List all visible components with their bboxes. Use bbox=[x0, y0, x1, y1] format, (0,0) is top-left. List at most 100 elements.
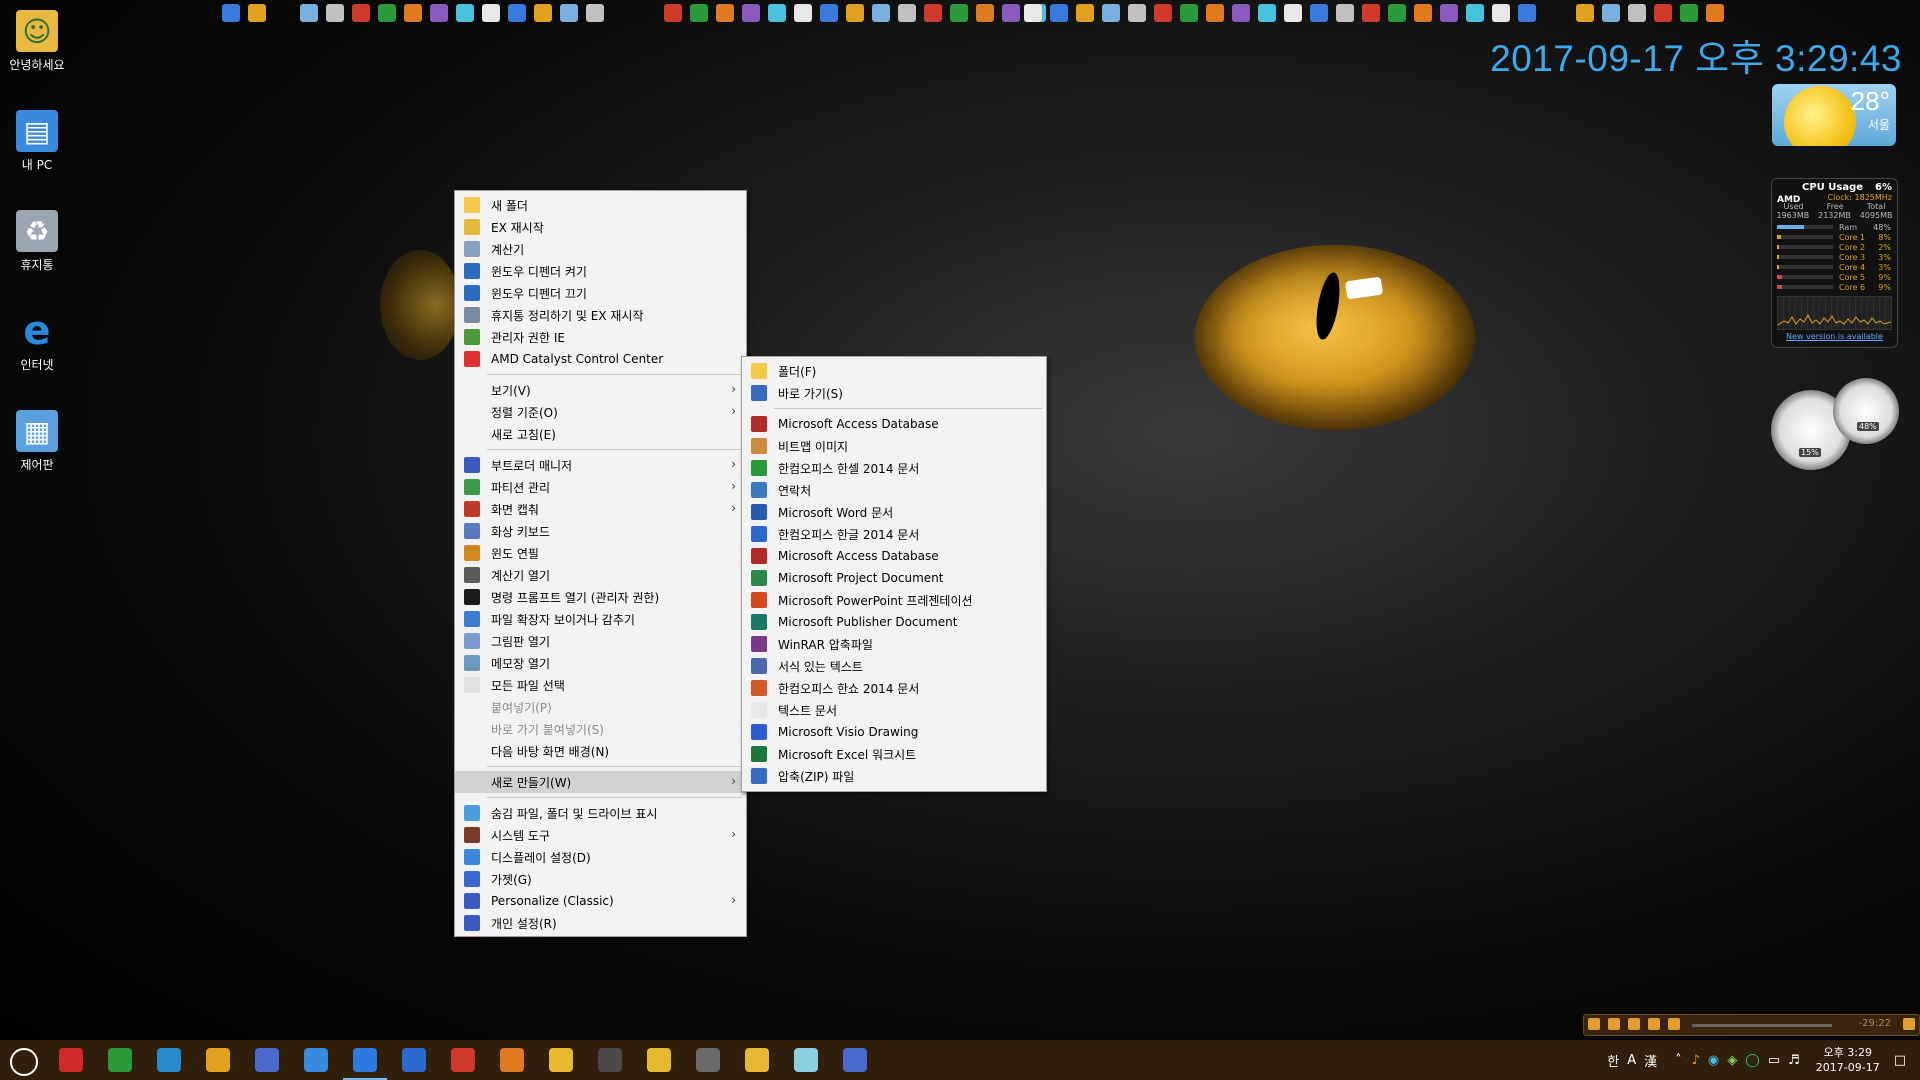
menu-item[interactable]: 숨김 파일, 폴더 및 드라이브 표시 bbox=[455, 802, 746, 824]
quicklaunch-icon[interactable] bbox=[1310, 4, 1328, 22]
file-explorer-icon[interactable] bbox=[549, 1048, 573, 1072]
menu-item[interactable]: 휴지통 정리하기 및 EX 재시작 bbox=[455, 304, 746, 326]
mail-icon[interactable] bbox=[696, 1048, 720, 1072]
quicklaunch-icon[interactable] bbox=[1284, 4, 1302, 22]
settings-icon[interactable] bbox=[304, 1048, 328, 1072]
quicklaunch-icon[interactable] bbox=[1154, 4, 1172, 22]
network-icon[interactable]: ▭ bbox=[1768, 1053, 1780, 1068]
quicklaunch-icon[interactable] bbox=[1706, 4, 1724, 22]
quicklaunch-icon[interactable] bbox=[1050, 4, 1068, 22]
quicklaunch-icon[interactable] bbox=[716, 4, 734, 22]
menu-item[interactable]: Microsoft Access Database bbox=[742, 413, 1046, 435]
menu-item[interactable]: Microsoft Publisher Document bbox=[742, 611, 1046, 633]
quicklaunch-icon[interactable] bbox=[1492, 4, 1510, 22]
menu-item[interactable]: 그림판 열기 bbox=[455, 630, 746, 652]
cortana-icon[interactable] bbox=[10, 1048, 38, 1076]
quicklaunch-icon[interactable] bbox=[1002, 4, 1020, 22]
tray-app-icon[interactable]: ◉ bbox=[1708, 1053, 1719, 1068]
ime-hangul[interactable]: 한 bbox=[1607, 1051, 1619, 1070]
gauge-widget[interactable]: 15% 48% bbox=[1771, 378, 1899, 470]
quicklaunch-icon[interactable] bbox=[1388, 4, 1406, 22]
menu-item[interactable]: 관리자 권한 IE bbox=[455, 326, 746, 348]
network-icon[interactable] bbox=[255, 1048, 279, 1072]
quicklaunch-icon[interactable] bbox=[1628, 4, 1646, 22]
desktop-icon-this-pc[interactable]: ▤ 내 PC bbox=[6, 110, 68, 173]
menu-item[interactable]: WinRAR 압축파일 bbox=[742, 633, 1046, 655]
notification-icon[interactable]: □ bbox=[1894, 1053, 1906, 1068]
menu-item[interactable]: Microsoft PowerPoint 프레젠테이션 bbox=[742, 589, 1046, 611]
network-icon[interactable] bbox=[843, 1048, 867, 1072]
quicklaunch-icon[interactable] bbox=[456, 4, 474, 22]
menu-item[interactable]: 새로 고침(E) bbox=[455, 423, 746, 445]
menu-item[interactable]: 폴더(F) bbox=[742, 360, 1046, 382]
menu-item[interactable]: 윈도우 디펜더 켜기 bbox=[455, 260, 746, 282]
store-icon[interactable] bbox=[598, 1048, 622, 1072]
quicklaunch-icon[interactable] bbox=[846, 4, 864, 22]
quicklaunch-icon[interactable] bbox=[872, 4, 890, 22]
quicklaunch-icon[interactable] bbox=[950, 4, 968, 22]
quicklaunch-icon[interactable] bbox=[586, 4, 604, 22]
quicklaunch-icon[interactable] bbox=[768, 4, 786, 22]
menu-item[interactable]: Microsoft Access Database bbox=[742, 545, 1046, 567]
menu-item[interactable]: 붙여넣기(P) bbox=[455, 696, 746, 718]
quicklaunch-icon[interactable] bbox=[222, 4, 240, 22]
desktop-icon-user[interactable]: ☺ 안녕하세요 bbox=[6, 10, 68, 73]
next-icon[interactable] bbox=[1648, 1018, 1660, 1030]
chrome-icon[interactable] bbox=[451, 1048, 475, 1072]
menu-item[interactable]: 파티션 관리 › bbox=[455, 476, 746, 498]
desktop-icon-control-panel[interactable]: ▦ 제어판 bbox=[6, 410, 68, 473]
ime-alpha[interactable]: A bbox=[1627, 1053, 1636, 1068]
quicklaunch-icon[interactable] bbox=[1076, 4, 1094, 22]
quicklaunch-icon[interactable] bbox=[742, 4, 760, 22]
menu-item[interactable]: 부트로더 매니저 › bbox=[455, 454, 746, 476]
menu-item[interactable]: Microsoft Excel 워크시트 bbox=[742, 743, 1046, 765]
menu-item[interactable]: 한컴오피스 한셀 2014 문서 bbox=[742, 457, 1046, 479]
quicklaunch-icon[interactable] bbox=[690, 4, 708, 22]
menu-item[interactable]: 명령 프롬프트 열기 (관리자 권한) bbox=[455, 586, 746, 608]
tray-app-icon[interactable]: ◈ bbox=[1727, 1053, 1737, 1068]
quicklaunch-icon[interactable] bbox=[924, 4, 942, 22]
menu-item[interactable]: 비트맵 이미지 bbox=[742, 435, 1046, 457]
quicklaunch-icon[interactable] bbox=[1440, 4, 1458, 22]
menu-item[interactable]: 바로 가기 붙여넣기(S) bbox=[455, 718, 746, 740]
menu-item[interactable]: 디스플레이 설정(D) bbox=[455, 846, 746, 868]
desktop-icon-internet[interactable]: e 인터넷 bbox=[6, 308, 68, 373]
prev-icon[interactable] bbox=[1628, 1018, 1640, 1030]
menu-item[interactable]: 새로 만들기(W) › bbox=[455, 771, 746, 793]
quicklaunch-icon[interactable] bbox=[560, 4, 578, 22]
quicklaunch-icon[interactable] bbox=[378, 4, 396, 22]
menu-item[interactable]: 화상 키보드 bbox=[455, 520, 746, 542]
tray-app-icon[interactable]: ♪ bbox=[1692, 1053, 1700, 1068]
quicklaunch-icon[interactable] bbox=[1102, 4, 1120, 22]
quicklaunch-icon[interactable] bbox=[664, 4, 682, 22]
quicklaunch-icon[interactable] bbox=[534, 4, 552, 22]
quicklaunch-icon[interactable] bbox=[430, 4, 448, 22]
quicklaunch-icon[interactable] bbox=[404, 4, 422, 22]
volume-icon[interactable]: ♬ bbox=[1788, 1053, 1800, 1068]
firefox-icon[interactable] bbox=[500, 1048, 524, 1072]
menu-item[interactable]: 화면 캡춰 › bbox=[455, 498, 746, 520]
stop-icon[interactable] bbox=[1668, 1018, 1680, 1030]
quicklaunch-icon[interactable] bbox=[1680, 4, 1698, 22]
menu-item[interactable]: 계산기 bbox=[455, 238, 746, 260]
quicklaunch-icon[interactable] bbox=[1232, 4, 1250, 22]
tray-app-icon[interactable]: ◯ bbox=[1745, 1053, 1760, 1068]
quicklaunch-icon[interactable] bbox=[898, 4, 916, 22]
power-icon[interactable] bbox=[59, 1048, 83, 1072]
quicklaunch-icon[interactable] bbox=[248, 4, 266, 22]
quicklaunch-icon[interactable] bbox=[1258, 4, 1276, 22]
tray-chevron-icon[interactable]: ˄ bbox=[1675, 1053, 1682, 1068]
menu-item[interactable]: EX 재시작 bbox=[455, 216, 746, 238]
pause-icon[interactable] bbox=[1608, 1018, 1620, 1030]
menu-item[interactable]: 새 폴더 bbox=[455, 194, 746, 216]
seek-slider[interactable] bbox=[1692, 1024, 1832, 1027]
menu-item[interactable]: 정렬 기준(O) › bbox=[455, 401, 746, 423]
weather-widget[interactable]: 28° 서울 bbox=[1772, 84, 1896, 146]
menu-item[interactable]: 시스템 도구 › bbox=[455, 824, 746, 846]
quicklaunch-icon[interactable] bbox=[300, 4, 318, 22]
quicklaunch-icon[interactable] bbox=[508, 4, 526, 22]
cpu-usage-widget[interactable]: CPU Usage 6% AMD Clock: 1825MHz Used Fre… bbox=[1771, 178, 1898, 348]
quicklaunch-icon[interactable] bbox=[1466, 4, 1484, 22]
quicklaunch-icon[interactable] bbox=[326, 4, 344, 22]
media-player-bar[interactable]: -29:22 bbox=[1583, 1014, 1920, 1036]
